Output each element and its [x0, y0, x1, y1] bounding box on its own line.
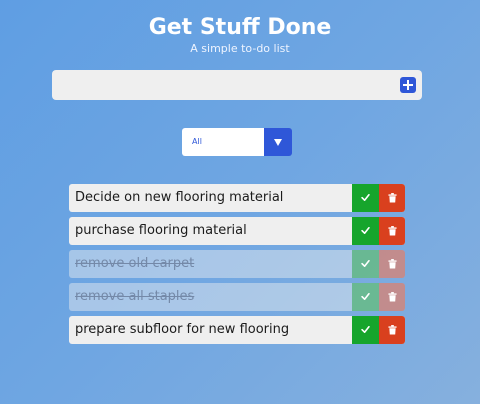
page-header: Get Stuff Done A simple to-do list — [0, 14, 480, 56]
trash-icon — [388, 292, 397, 302]
todo-item: Decide on new flooring material — [69, 184, 405, 212]
todo-item: prepare subfloor for new flooring — [69, 316, 405, 344]
check-icon — [361, 292, 370, 301]
delete-button[interactable] — [379, 316, 405, 344]
todo-text: remove old carpet — [75, 256, 195, 271]
todo-item: remove all staples — [69, 283, 405, 311]
page-title: Get Stuff Done — [148, 15, 332, 40]
todo-list: Decide on new flooring material purchase … — [69, 184, 405, 349]
add-todo-bar — [52, 70, 422, 100]
todo-item: remove old carpet — [69, 250, 405, 278]
delete-button[interactable] — [379, 250, 405, 278]
complete-button[interactable] — [352, 217, 379, 245]
add-todo-button[interactable] — [400, 77, 416, 93]
filter-select[interactable]: All — [182, 128, 292, 156]
add-todo-input[interactable] — [58, 75, 392, 97]
check-icon — [361, 259, 370, 268]
trash-icon — [388, 325, 397, 335]
check-icon — [361, 325, 370, 334]
check-icon — [361, 193, 370, 202]
todo-item: purchase flooring material — [69, 217, 405, 245]
complete-button[interactable] — [352, 184, 379, 212]
delete-button[interactable] — [379, 184, 405, 212]
filter-dropdown-button[interactable] — [264, 128, 292, 156]
trash-icon — [388, 259, 397, 269]
check-icon — [361, 226, 370, 235]
complete-button[interactable] — [352, 250, 379, 278]
complete-button[interactable] — [352, 283, 379, 311]
trash-icon — [388, 193, 397, 203]
delete-button[interactable] — [379, 217, 405, 245]
dropdown-arrow-icon — [274, 139, 282, 146]
filter-selected-value[interactable]: All — [182, 128, 264, 156]
todo-text: prepare subfloor for new flooring — [75, 322, 290, 337]
todo-text: Decide on new flooring material — [75, 190, 284, 205]
trash-icon — [388, 226, 397, 236]
todo-text: purchase flooring material — [75, 223, 247, 238]
delete-button[interactable] — [379, 283, 405, 311]
todo-text: remove all staples — [75, 289, 195, 304]
complete-button[interactable] — [352, 316, 379, 344]
page-subtitle: A simple to-do list — [190, 42, 290, 55]
